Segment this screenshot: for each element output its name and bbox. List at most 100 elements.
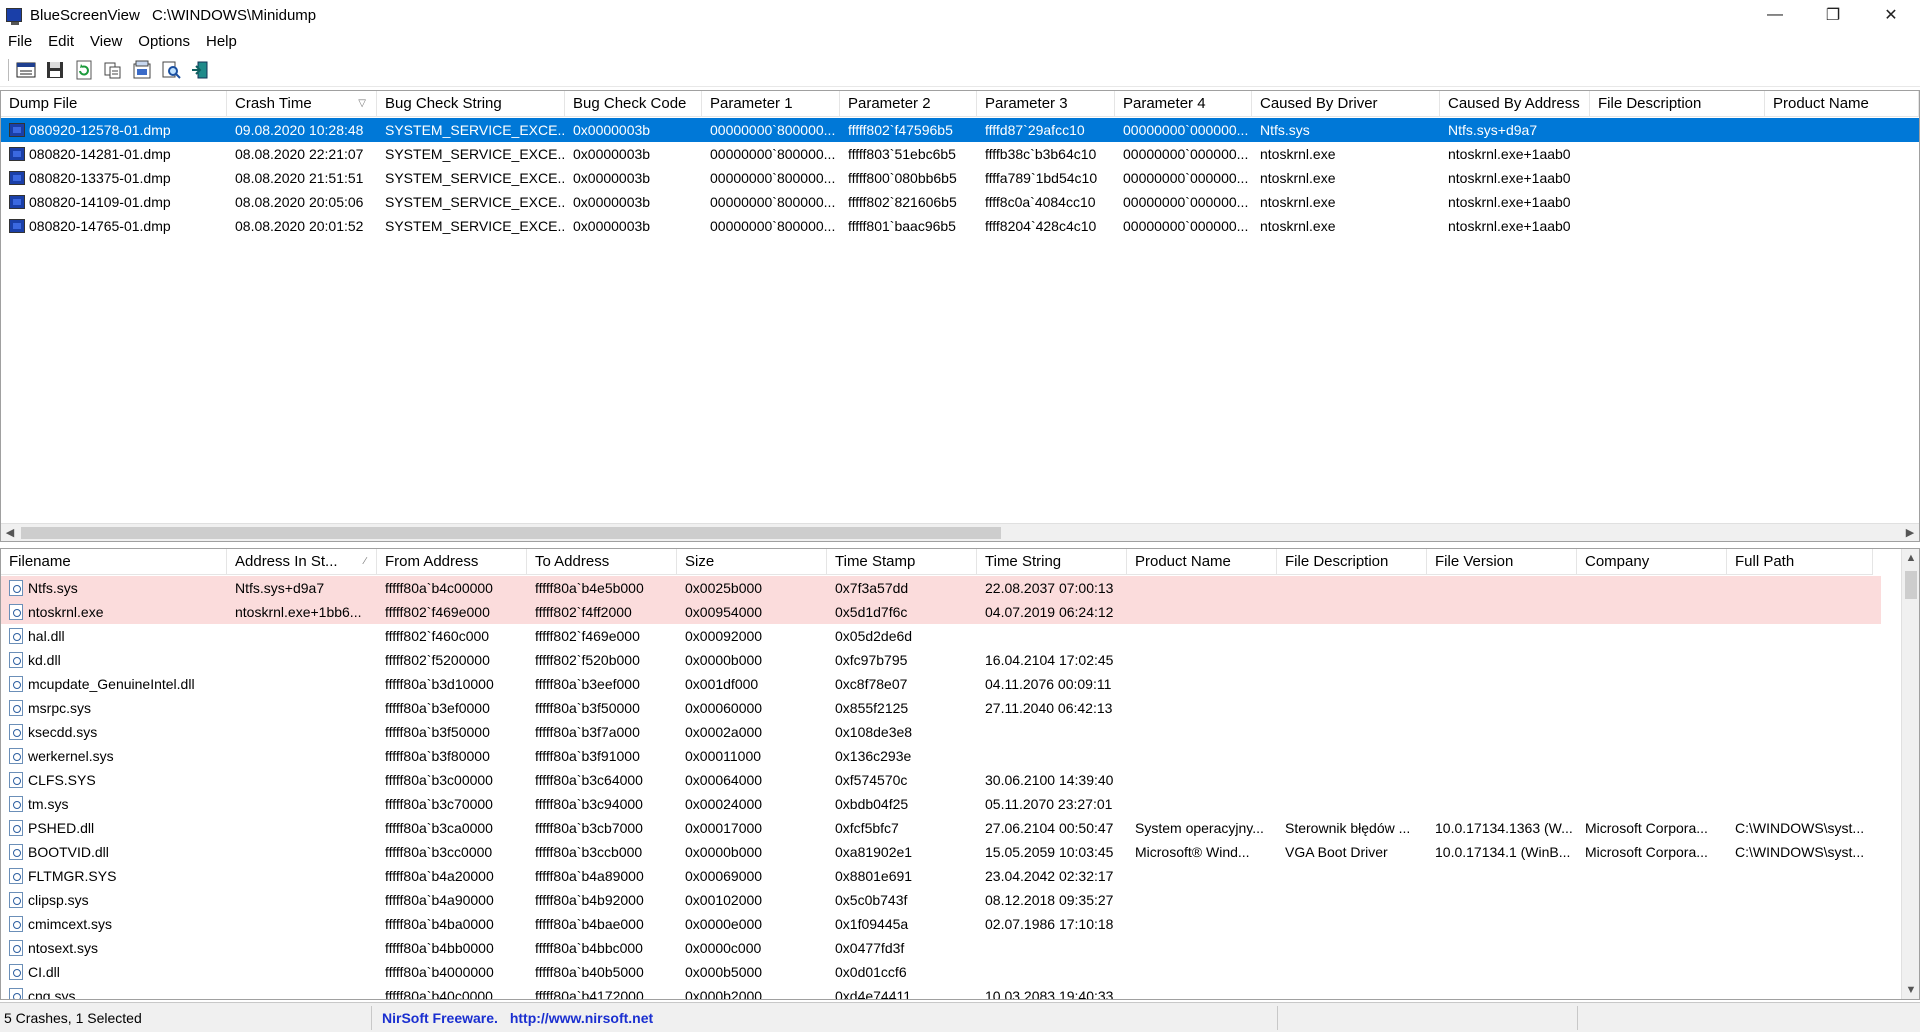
column-address-in-stack[interactable]: Address In St... ∕ (227, 549, 377, 575)
column-time-stamp[interactable]: Time Stamp (827, 549, 977, 575)
column-parameter-4[interactable]: Parameter 4 (1115, 91, 1252, 117)
close-button[interactable]: ✕ (1862, 0, 1920, 30)
cell-address-in-stack (227, 864, 377, 888)
driver-row[interactable]: Ntfs.sys Ntfs.sys+d9a7 fffff80a`b4c00000 ff… (1, 576, 1881, 600)
menu-file[interactable]: File (0, 33, 40, 50)
driver-list-vertical-scrollbar[interactable]: ▲ ▼ (1901, 549, 1919, 999)
driver-file-icon (9, 820, 23, 836)
menu-options[interactable]: Options (130, 33, 198, 50)
cell-text: ntoskrnl.exe (1260, 170, 1336, 186)
scroll-thumb[interactable] (21, 527, 1001, 539)
column-file-description[interactable]: File Description (1277, 549, 1427, 575)
driver-row[interactable]: cng.sys fffff80a`b40c0000 fffff80a`b417200… (1, 984, 1881, 999)
crash-row[interactable]: 080820-13375-01.dmp 08.08.2020 21:51:51 SY… (1, 166, 1919, 190)
driver-row[interactable]: ntosext.sys fffff80a`b4bb0000 fffff80a`b4b… (1, 936, 1881, 960)
crash-row[interactable]: 080820-14109-01.dmp 08.08.2020 20:05:06 SY… (1, 190, 1919, 214)
cell-from-address: fffff80a`b3f50000 (377, 720, 527, 744)
driver-row[interactable]: tm.sys fffff80a`b3c70000 fffff80a`b3c94000… (1, 792, 1881, 816)
cell-text: SYSTEM_SERVICE_EXCE... (385, 194, 565, 210)
scroll-thumb[interactable] (1905, 571, 1917, 599)
cell-parameter-4: 00000000`000000... (1115, 166, 1252, 190)
crash-list-horizontal-scrollbar[interactable]: ◀ ▶ (1, 523, 1919, 541)
column-parameter-2[interactable]: Parameter 2 (840, 91, 977, 117)
column-bug-check-string[interactable]: Bug Check String (377, 91, 565, 117)
driver-row[interactable]: ksecdd.sys fffff80a`b3f50000 fffff80a`b3f7… (1, 720, 1881, 744)
find-button[interactable] (158, 57, 184, 83)
copy-button[interactable] (100, 57, 126, 83)
cell-to-address: fffff802`f520b000 (527, 648, 677, 672)
cell-size: 0x000b2000 (677, 984, 827, 999)
column-to-address[interactable]: To Address (527, 549, 677, 575)
driver-row[interactable]: werkernel.sys fffff80a`b3f80000 fffff80a`b… (1, 744, 1881, 768)
driver-row[interactable]: mcupdate_GenuineIntel.dll fffff80a`b3d100… (1, 672, 1881, 696)
cell-parameter-4: 00000000`000000... (1115, 214, 1252, 238)
cell-text: 0xa81902e1 (835, 844, 913, 860)
cell-product-name (1127, 696, 1277, 720)
column-caused-by-address[interactable]: Caused By Address (1440, 91, 1590, 117)
cell-text: 0x0000003b (573, 170, 651, 186)
cell-from-address: fffff80a`b3f80000 (377, 744, 527, 768)
column-full-path[interactable]: Full Path (1727, 549, 1873, 575)
menu-edit[interactable]: Edit (40, 33, 82, 50)
menu-view[interactable]: View (82, 33, 130, 50)
cell-text: 0x0000003b (573, 194, 651, 210)
driver-row[interactable]: CI.dll fffff80a`b4000000 fffff80a`b40b5000… (1, 960, 1881, 984)
driver-row[interactable]: hal.dll fffff802`f460c000 fffff802`f469e00… (1, 624, 1881, 648)
driver-row[interactable]: ntoskrnl.exe ntoskrnl.exe+1bb6... fffff802… (1, 600, 1881, 624)
maximize-button[interactable]: ❐ (1804, 0, 1862, 30)
column-filename[interactable]: Filename (1, 549, 227, 575)
column-time-string[interactable]: Time String (977, 549, 1127, 575)
cell-from-address: fffff80a`b3ef0000 (377, 696, 527, 720)
driver-row[interactable]: msrpc.sys fffff80a`b3ef0000 fffff80a`b3f50… (1, 696, 1881, 720)
exit-button[interactable] (187, 57, 213, 83)
html-report-button[interactable] (129, 57, 155, 83)
bluescreenview-app-icon (6, 8, 22, 25)
cell-size: 0x001df000 (677, 672, 827, 696)
cell-text: 00000000`800000... (710, 170, 836, 186)
cell-text: 080820-13375-01.dmp (29, 170, 171, 186)
cell-caused-by-driver: ntoskrnl.exe (1252, 214, 1440, 238)
crash-row[interactable]: 080820-14765-01.dmp 08.08.2020 20:01:52 SY… (1, 214, 1919, 238)
column-parameter-3[interactable]: Parameter 3 (977, 91, 1115, 117)
crash-row[interactable]: 080820-14281-01.dmp 08.08.2020 22:21:07 SY… (1, 142, 1919, 166)
cell-file-description (1277, 744, 1427, 768)
driver-row[interactable]: CLFS.SYS fffff80a`b3c00000 fffff80a`b3c640… (1, 768, 1881, 792)
driver-row[interactable]: PSHED.dll fffff80a`b3ca0000 fffff80a`b3cb7… (1, 816, 1881, 840)
driver-row[interactable]: BOOTVID.dll fffff80a`b3cc0000 fffff80a`b3c… (1, 840, 1881, 864)
cell-text: 30.06.2100 14:39:40 (985, 772, 1114, 788)
cell-parameter-1: 00000000`800000... (702, 190, 840, 214)
cell-text: fffff80a`b4a20000 (385, 868, 494, 884)
column-file-version[interactable]: File Version (1427, 549, 1577, 575)
column-parameter-1[interactable]: Parameter 1 (702, 91, 840, 117)
crash-row[interactable]: 080920-12578-01.dmp 09.08.2020 10:28:48 SY… (1, 118, 1919, 142)
minimize-button[interactable]: — (1746, 0, 1804, 30)
scroll-left-icon[interactable]: ◀ (1, 524, 19, 541)
cell-text: fffff80a`b3c64000 (535, 772, 643, 788)
column-size[interactable]: Size (677, 549, 827, 575)
menu-help[interactable]: Help (198, 33, 245, 50)
cell-product-name (1127, 768, 1277, 792)
nirsoft-link[interactable]: http://www.nirsoft.net (510, 1010, 653, 1026)
column-product-name[interactable]: Product Name (1765, 91, 1919, 117)
column-bug-check-code[interactable]: Bug Check Code (565, 91, 702, 117)
properties-button[interactable] (13, 57, 39, 83)
column-product-name[interactable]: Product Name (1127, 549, 1277, 575)
driver-row[interactable]: FLTMGR.SYS fffff80a`b4a20000 fffff80a`b4a8… (1, 864, 1881, 888)
column-file-description[interactable]: File Description (1590, 91, 1765, 117)
column-caused-by-driver[interactable]: Caused By Driver (1252, 91, 1440, 117)
scroll-down-icon[interactable]: ▼ (1902, 981, 1919, 999)
save-button[interactable] (42, 57, 68, 83)
scroll-right-icon[interactable]: ▶ (1901, 524, 1919, 541)
cell-file-description (1277, 864, 1427, 888)
column-company[interactable]: Company (1577, 549, 1727, 575)
scroll-up-icon[interactable]: ▲ (1902, 549, 1919, 567)
driver-row[interactable]: cmimcext.sys fffff80a`b4ba0000 fffff80a`b4… (1, 912, 1881, 936)
column-crash-time[interactable]: Crash Time ▽ (227, 91, 377, 117)
column-from-address[interactable]: From Address (377, 549, 527, 575)
refresh-button[interactable] (71, 57, 97, 83)
driver-row[interactable]: clipsp.sys fffff80a`b4a90000 fffff80a`b4b9… (1, 888, 1881, 912)
cell-text: 08.08.2020 21:51:51 (235, 170, 364, 186)
column-dump-file[interactable]: Dump File (1, 91, 227, 117)
cell-to-address: fffff80a`b3eef000 (527, 672, 677, 696)
driver-row[interactable]: kd.dll fffff802`f5200000 fffff802`f520b000… (1, 648, 1881, 672)
